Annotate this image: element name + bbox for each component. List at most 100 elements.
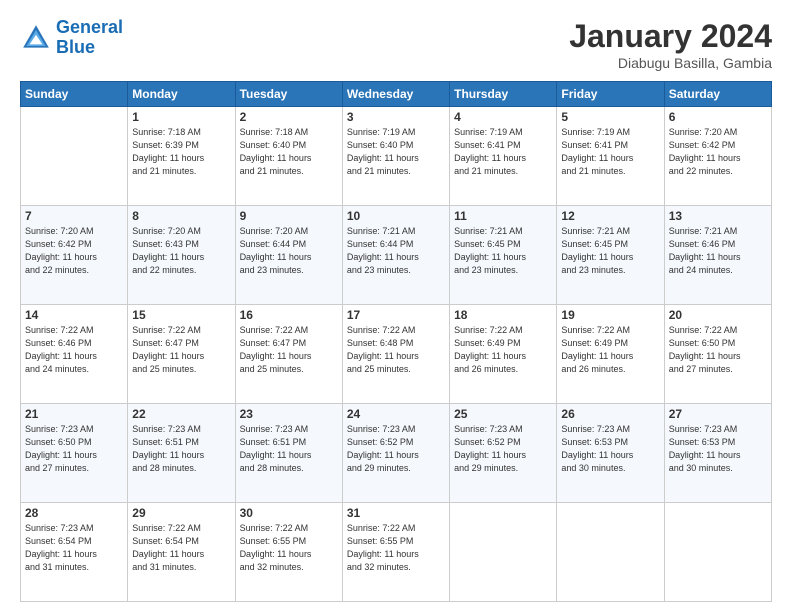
day-info: Sunrise: 7:20 AM Sunset: 6:44 PM Dayligh… xyxy=(240,225,338,277)
calendar-cell: 1Sunrise: 7:18 AM Sunset: 6:39 PM Daylig… xyxy=(128,107,235,206)
week-row-5: 28 Sunrise: 7:23 AM Sunset: 6:54 PM Dayli… xyxy=(21,503,772,602)
day-info: Sunrise: 7:19 AM Sunset: 6:41 PM Dayligh… xyxy=(454,126,552,178)
subtitle: Diabugu Basilla, Gambia xyxy=(569,55,772,71)
calendar-cell: 20 Sunrise: 7:22 AM Sunset: 6:50 PM Dayli… xyxy=(664,305,771,404)
day-info: Sunrise: 7:22 AM Sunset: 6:48 PM Dayligh… xyxy=(347,324,445,376)
calendar-cell xyxy=(664,503,771,602)
day-info: Sunrise: 7:23 AM Sunset: 6:51 PM Dayligh… xyxy=(132,423,230,475)
day-info: Sunrise: 7:19 AM Sunset: 6:40 PM Dayligh… xyxy=(347,126,445,178)
calendar-cell: 22 Sunrise: 7:23 AM Sunset: 6:51 PM Dayli… xyxy=(128,404,235,503)
logo: General Blue xyxy=(20,18,123,58)
calendar-cell: 29 Sunrise: 7:22 AM Sunset: 6:54 PM Dayli… xyxy=(128,503,235,602)
day-number: 9 xyxy=(240,209,338,223)
day-info: Sunrise: 7:22 AM Sunset: 6:50 PM Dayligh… xyxy=(669,324,767,376)
day-info: Sunrise: 7:22 AM Sunset: 6:49 PM Dayligh… xyxy=(561,324,659,376)
calendar-cell: 7 Sunrise: 7:20 AM Sunset: 6:42 PM Daylig… xyxy=(21,206,128,305)
day-number: 15 xyxy=(132,308,230,322)
calendar-cell: 30 Sunrise: 7:22 AM Sunset: 6:55 PM Dayli… xyxy=(235,503,342,602)
day-number: 12 xyxy=(561,209,659,223)
day-info: Sunrise: 7:18 AM Sunset: 6:39 PM Dayligh… xyxy=(132,126,230,178)
page: General Blue January 2024 Diabugu Basill… xyxy=(0,0,792,612)
day-info: Sunrise: 7:21 AM Sunset: 6:45 PM Dayligh… xyxy=(561,225,659,277)
calendar-cell: 19Sunrise: 7:22 AM Sunset: 6:49 PM Dayli… xyxy=(557,305,664,404)
day-header-saturday: Saturday xyxy=(664,82,771,107)
day-info: Sunrise: 7:23 AM Sunset: 6:50 PM Dayligh… xyxy=(25,423,123,475)
calendar-cell: 13 Sunrise: 7:21 AM Sunset: 6:46 PM Dayli… xyxy=(664,206,771,305)
day-info: Sunrise: 7:20 AM Sunset: 6:42 PM Dayligh… xyxy=(669,126,767,178)
calendar-cell: 26 Sunrise: 7:23 AM Sunset: 6:53 PM Dayli… xyxy=(557,404,664,503)
day-info: Sunrise: 7:22 AM Sunset: 6:47 PM Dayligh… xyxy=(132,324,230,376)
calendar-cell: 12 Sunrise: 7:21 AM Sunset: 6:45 PM Dayli… xyxy=(557,206,664,305)
day-info: Sunrise: 7:23 AM Sunset: 6:53 PM Dayligh… xyxy=(561,423,659,475)
day-info: Sunrise: 7:23 AM Sunset: 6:54 PM Dayligh… xyxy=(25,522,123,574)
calendar-cell: 18Sunrise: 7:22 AM Sunset: 6:49 PM Dayli… xyxy=(450,305,557,404)
day-number: 18 xyxy=(454,308,552,322)
calendar-cell: 21Sunrise: 7:23 AM Sunset: 6:50 PM Dayli… xyxy=(21,404,128,503)
calendar-cell: 31 Sunrise: 7:22 AM Sunset: 6:55 PM Dayli… xyxy=(342,503,449,602)
calendar-cell: 17Sunrise: 7:22 AM Sunset: 6:48 PM Dayli… xyxy=(342,305,449,404)
logo-line2: Blue xyxy=(56,37,95,57)
day-number: 2 xyxy=(240,110,338,124)
day-info: Sunrise: 7:22 AM Sunset: 6:55 PM Dayligh… xyxy=(347,522,445,574)
day-info: Sunrise: 7:20 AM Sunset: 6:42 PM Dayligh… xyxy=(25,225,123,277)
day-info: Sunrise: 7:22 AM Sunset: 6:46 PM Dayligh… xyxy=(25,324,123,376)
week-row-3: 14 Sunrise: 7:22 AM Sunset: 6:46 PM Dayli… xyxy=(21,305,772,404)
calendar-cell: 9 Sunrise: 7:20 AM Sunset: 6:44 PM Daylig… xyxy=(235,206,342,305)
calendar-cell: 27Sunrise: 7:23 AM Sunset: 6:53 PM Dayli… xyxy=(664,404,771,503)
day-info: Sunrise: 7:21 AM Sunset: 6:46 PM Dayligh… xyxy=(669,225,767,277)
day-number: 13 xyxy=(669,209,767,223)
day-number: 7 xyxy=(25,209,123,223)
calendar-cell: 5 Sunrise: 7:19 AM Sunset: 6:41 PM Daylig… xyxy=(557,107,664,206)
week-row-4: 21Sunrise: 7:23 AM Sunset: 6:50 PM Dayli… xyxy=(21,404,772,503)
day-number: 28 xyxy=(25,506,123,520)
day-info: Sunrise: 7:22 AM Sunset: 6:55 PM Dayligh… xyxy=(240,522,338,574)
day-number: 23 xyxy=(240,407,338,421)
logo-icon xyxy=(20,22,52,54)
day-number: 20 xyxy=(669,308,767,322)
day-number: 10 xyxy=(347,209,445,223)
day-number: 24 xyxy=(347,407,445,421)
day-info: Sunrise: 7:22 AM Sunset: 6:54 PM Dayligh… xyxy=(132,522,230,574)
calendar-cell: 4 Sunrise: 7:19 AM Sunset: 6:41 PM Daylig… xyxy=(450,107,557,206)
calendar-table: SundayMondayTuesdayWednesdayThursdayFrid… xyxy=(20,81,772,602)
calendar-cell: 3 Sunrise: 7:19 AM Sunset: 6:40 PM Daylig… xyxy=(342,107,449,206)
day-number: 8 xyxy=(132,209,230,223)
days-header-row: SundayMondayTuesdayWednesdayThursdayFrid… xyxy=(21,82,772,107)
day-number: 31 xyxy=(347,506,445,520)
day-header-monday: Monday xyxy=(128,82,235,107)
calendar-cell: 23 Sunrise: 7:23 AM Sunset: 6:51 PM Dayli… xyxy=(235,404,342,503)
title-block: January 2024 Diabugu Basilla, Gambia xyxy=(569,18,772,71)
day-info: Sunrise: 7:19 AM Sunset: 6:41 PM Dayligh… xyxy=(561,126,659,178)
calendar-cell: 15 Sunrise: 7:22 AM Sunset: 6:47 PM Dayli… xyxy=(128,305,235,404)
logo-line1: General xyxy=(56,17,123,37)
day-number: 26 xyxy=(561,407,659,421)
day-info: Sunrise: 7:23 AM Sunset: 6:51 PM Dayligh… xyxy=(240,423,338,475)
calendar-cell: 28 Sunrise: 7:23 AM Sunset: 6:54 PM Dayli… xyxy=(21,503,128,602)
day-number: 25 xyxy=(454,407,552,421)
day-number: 30 xyxy=(240,506,338,520)
day-info: Sunrise: 7:23 AM Sunset: 6:52 PM Dayligh… xyxy=(454,423,552,475)
day-header-thursday: Thursday xyxy=(450,82,557,107)
calendar-cell: 25 Sunrise: 7:23 AM Sunset: 6:52 PM Dayli… xyxy=(450,404,557,503)
calendar-cell: 8 Sunrise: 7:20 AM Sunset: 6:43 PM Daylig… xyxy=(128,206,235,305)
day-number: 11 xyxy=(454,209,552,223)
day-number: 5 xyxy=(561,110,659,124)
calendar-cell xyxy=(450,503,557,602)
day-info: Sunrise: 7:23 AM Sunset: 6:52 PM Dayligh… xyxy=(347,423,445,475)
day-number: 6 xyxy=(669,110,767,124)
calendar-cell: 2Sunrise: 7:18 AM Sunset: 6:40 PM Daylig… xyxy=(235,107,342,206)
calendar-cell: 11Sunrise: 7:21 AM Sunset: 6:45 PM Dayli… xyxy=(450,206,557,305)
day-info: Sunrise: 7:22 AM Sunset: 6:47 PM Dayligh… xyxy=(240,324,338,376)
calendar-cell xyxy=(21,107,128,206)
day-number: 29 xyxy=(132,506,230,520)
day-header-sunday: Sunday xyxy=(21,82,128,107)
header: General Blue January 2024 Diabugu Basill… xyxy=(20,18,772,71)
day-number: 16 xyxy=(240,308,338,322)
day-info: Sunrise: 7:20 AM Sunset: 6:43 PM Dayligh… xyxy=(132,225,230,277)
day-number: 14 xyxy=(25,308,123,322)
day-number: 3 xyxy=(347,110,445,124)
day-number: 4 xyxy=(454,110,552,124)
day-number: 27 xyxy=(669,407,767,421)
day-number: 22 xyxy=(132,407,230,421)
logo-text: General Blue xyxy=(56,18,123,58)
